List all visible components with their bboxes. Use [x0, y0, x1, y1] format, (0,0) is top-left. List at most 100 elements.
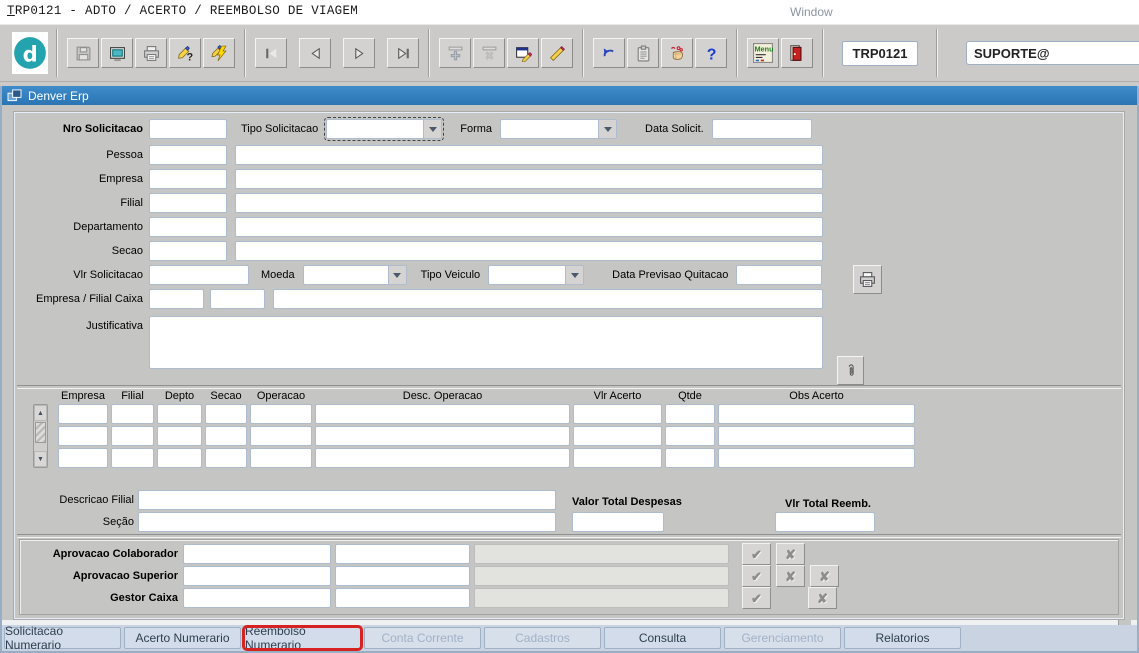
empresa-caixa-input[interactable]: [149, 289, 204, 309]
window-restore-icon[interactable]: [7, 89, 22, 102]
tab-solicitacao-numerario[interactable]: Solicitacao Numerario: [4, 627, 121, 649]
window-menu[interactable]: Window: [790, 5, 833, 19]
scroll-up-icon[interactable]: ▲: [34, 405, 47, 421]
grid-cell-input[interactable]: [718, 426, 915, 446]
valor-total-despesas-input[interactable]: [572, 512, 664, 532]
screen-button[interactable]: [101, 38, 133, 68]
pessoa-code-input[interactable]: [149, 145, 227, 165]
grid-cell-input[interactable]: [111, 448, 154, 468]
tab-acerto-numerario[interactable]: Acerto Numerario: [124, 627, 241, 649]
edit-button[interactable]: [507, 38, 539, 68]
grid-cell-input[interactable]: [665, 404, 715, 424]
revert-button[interactable]: ✘: [808, 587, 837, 609]
grid-cell-input[interactable]: [573, 404, 662, 424]
grid-cell-input[interactable]: [157, 426, 202, 446]
grid-cell-input[interactable]: [573, 448, 662, 468]
grid-cell-input[interactable]: [58, 404, 108, 424]
vlr-solicitacao-input[interactable]: [149, 265, 249, 285]
grid-cell-input[interactable]: [157, 448, 202, 468]
grid-cell-input[interactable]: [718, 448, 915, 468]
grid-cell-input[interactable]: [205, 426, 247, 446]
scrollbar-thumb[interactable]: [35, 422, 46, 443]
print-request-button[interactable]: [853, 265, 882, 294]
chevron-down-icon[interactable]: [565, 266, 583, 284]
grid-cell-input[interactable]: [665, 448, 715, 468]
approval-user-input[interactable]: [335, 566, 470, 586]
empresa-desc-input[interactable]: [235, 169, 823, 189]
approve-button[interactable]: ✔: [742, 587, 771, 609]
empresa-code-input[interactable]: [149, 169, 227, 189]
approval-user-input[interactable]: [335, 588, 470, 608]
exit-button[interactable]: [781, 38, 813, 68]
grid-cell-input[interactable]: [315, 404, 570, 424]
clear-button[interactable]: [541, 38, 573, 68]
grid-cell-input[interactable]: [58, 426, 108, 446]
filial-code-input[interactable]: [149, 193, 227, 213]
filial-desc-input[interactable]: [235, 193, 823, 213]
data-previsao-quitacao-input[interactable]: [736, 265, 822, 285]
grid-cell-input[interactable]: [205, 448, 247, 468]
grid-cell-input[interactable]: [157, 404, 202, 424]
secao-total-input[interactable]: [138, 512, 556, 532]
undo-button[interactable]: [593, 38, 625, 68]
chevron-down-icon[interactable]: [388, 266, 406, 284]
vlr-total-reemb-input[interactable]: [775, 512, 875, 532]
grid-cell-input[interactable]: [250, 426, 312, 446]
justificativa-textarea[interactable]: [149, 316, 823, 369]
approve-button[interactable]: ✔: [742, 565, 771, 587]
menu-button[interactable]: Menu: [747, 38, 779, 68]
tipo-solicitacao-select[interactable]: [326, 119, 442, 139]
approval-date-input[interactable]: [183, 566, 331, 586]
secao-desc-input[interactable]: [235, 241, 823, 261]
commit-button[interactable]: [661, 38, 693, 68]
approval-date-input[interactable]: [183, 544, 331, 564]
chevron-down-icon[interactable]: [598, 120, 616, 138]
chevron-down-icon[interactable]: [423, 120, 441, 138]
tab-reembolso-numerario[interactable]: Reembolso Numerario: [244, 627, 361, 649]
attachment-button[interactable]: [837, 356, 864, 385]
enter-query-button[interactable]: ?: [169, 38, 201, 68]
grid-cell-input[interactable]: [315, 448, 570, 468]
reject-button[interactable]: ✘: [776, 565, 805, 587]
nro-solicitacao-input[interactable]: [149, 119, 227, 139]
reject-button[interactable]: ✘: [776, 543, 805, 565]
revert-button[interactable]: ✘: [810, 565, 839, 587]
grid-cell-input[interactable]: [58, 448, 108, 468]
approve-button[interactable]: ✔: [742, 543, 771, 565]
save-button[interactable]: [67, 38, 99, 68]
grid-scrollbar[interactable]: ▲ ▼: [33, 404, 48, 468]
grid-cell-input[interactable]: [111, 426, 154, 446]
delete-record-button[interactable]: [473, 38, 505, 68]
moeda-select[interactable]: [303, 265, 407, 285]
grid-cell-input[interactable]: [573, 426, 662, 446]
tipo-veiculo-select[interactable]: [488, 265, 584, 285]
first-record-button[interactable]: [255, 38, 287, 68]
grid-cell-input[interactable]: [205, 404, 247, 424]
next-record-button[interactable]: [343, 38, 375, 68]
approval-date-input[interactable]: [183, 588, 331, 608]
grid-cell-input[interactable]: [250, 448, 312, 468]
last-record-button[interactable]: [387, 38, 419, 68]
tab-consulta[interactable]: Consulta: [604, 627, 721, 649]
grid-cell-input[interactable]: [315, 426, 570, 446]
data-solicit-input[interactable]: [712, 119, 812, 139]
pessoa-desc-input[interactable]: [235, 145, 823, 165]
caixa-desc-input[interactable]: [273, 289, 823, 309]
grid-cell-input[interactable]: [665, 426, 715, 446]
departamento-code-input[interactable]: [149, 217, 227, 237]
clipboard-button[interactable]: [627, 38, 659, 68]
insert-record-button[interactable]: [439, 38, 471, 68]
secao-code-input[interactable]: [149, 241, 227, 261]
scroll-down-icon[interactable]: ▼: [34, 451, 47, 467]
grid-cell-input[interactable]: [111, 404, 154, 424]
user-field[interactable]: SUPORTE@: [966, 41, 1139, 65]
descricao-filial-input[interactable]: [138, 490, 556, 510]
help-button[interactable]: ?: [695, 38, 727, 68]
previous-record-button[interactable]: [299, 38, 331, 68]
print-button[interactable]: [135, 38, 167, 68]
execute-query-button[interactable]: [203, 38, 235, 68]
filial-caixa-input[interactable]: [210, 289, 265, 309]
approval-user-input[interactable]: [335, 544, 470, 564]
forma-select[interactable]: [500, 119, 617, 139]
tab-relatorios[interactable]: Relatorios: [844, 627, 961, 649]
